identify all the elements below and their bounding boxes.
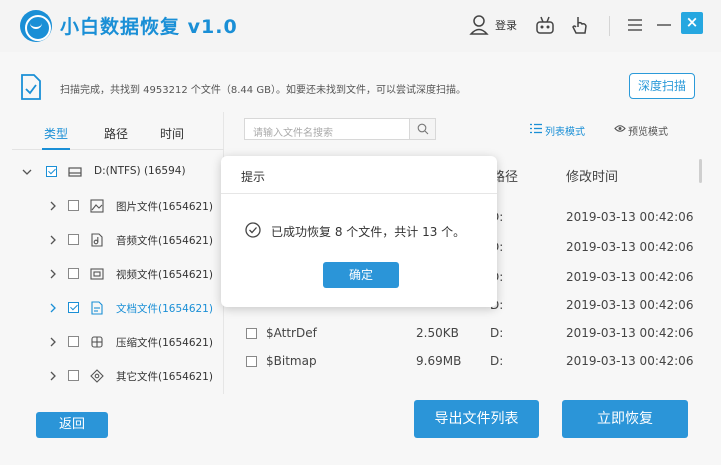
search-button[interactable] xyxy=(409,119,435,139)
time-cell: 2019-03-13 00:42:06 xyxy=(566,354,694,368)
tree-item-label: 音频文件(1654621) xyxy=(116,235,213,247)
document-file-icon xyxy=(91,301,103,315)
app-logo-icon xyxy=(20,10,52,42)
login-link[interactable]: 登录 xyxy=(495,17,517,33)
list-view-icon[interactable] xyxy=(530,123,542,134)
list-mode-button[interactable]: 列表模式 xyxy=(545,123,585,138)
row-checkbox[interactable] xyxy=(246,356,257,367)
time-cell: 2019-03-13 00:42:06 xyxy=(566,270,694,284)
close-button[interactable]: × xyxy=(681,12,703,34)
dialog-header: 提示 xyxy=(221,156,497,194)
chevron-right-icon[interactable] xyxy=(48,235,58,245)
tab-time[interactable]: 时间 xyxy=(160,125,184,142)
size-cell: 2.50KB xyxy=(416,326,459,340)
document-check-icon xyxy=(21,74,41,100)
time-cell: 2019-03-13 00:42:06 xyxy=(566,240,694,254)
check-circle-icon xyxy=(245,222,261,238)
dialog-title: 提示 xyxy=(241,170,266,184)
chevron-right-icon[interactable] xyxy=(48,269,58,279)
video-file-icon xyxy=(90,268,104,280)
back-button[interactable]: 返回 xyxy=(36,412,108,438)
time-cell: 2019-03-13 00:42:06 xyxy=(566,298,694,312)
user-icon[interactable] xyxy=(468,13,490,37)
size-cell: 9.69MB xyxy=(416,354,462,368)
dialog-ok-button[interactable]: 确定 xyxy=(323,262,399,288)
tree-item[interactable]: 图片文件(1654621) xyxy=(12,195,224,217)
checkbox-other[interactable] xyxy=(68,370,79,381)
chevron-right-icon[interactable] xyxy=(48,303,58,313)
tab-path[interactable]: 路径 xyxy=(104,125,128,142)
tree-item[interactable]: 音频文件(1654621) xyxy=(12,229,224,251)
scan-info-bar: 扫描完成，共找到 4953212 个文件（8.44 GB）。如要还未找到文件，可… xyxy=(12,64,709,110)
export-list-button[interactable]: 导出文件列表 xyxy=(414,400,539,438)
checkbox-documents[interactable] xyxy=(68,302,79,313)
tree-item-selected[interactable]: 文档文件(1654621) xyxy=(12,297,224,319)
chevron-right-icon[interactable] xyxy=(48,201,58,211)
search-placeholder: 请输入文件名搜索 xyxy=(253,128,333,139)
checkbox-images[interactable] xyxy=(68,200,79,211)
archive-file-icon xyxy=(91,336,103,348)
dialog-message: 已成功恢复 8 个文件，共计 13 个。 xyxy=(271,225,466,239)
tree-item-label: 文档文件(1654621) xyxy=(116,303,213,315)
tree-item-label: 视频文件(1654621) xyxy=(116,269,213,281)
active-tab-indicator xyxy=(42,148,70,150)
category-panel: 类型 路径 时间 D:(NTFS) (16594) 图片文件(1654621) … xyxy=(12,112,224,394)
minimize-icon[interactable] xyxy=(655,13,673,37)
time-cell: 2019-03-13 00:42:06 xyxy=(566,210,694,224)
tree-item[interactable]: 压缩文件(1654621) xyxy=(12,331,224,353)
recover-now-button[interactable]: 立即恢复 xyxy=(562,400,688,438)
tree-item[interactable]: 其它文件(1654621) xyxy=(12,365,224,387)
deep-scan-button[interactable]: 深度扫描 xyxy=(629,73,695,99)
title-bar: 小白数据恢复 v1.0 登录 × xyxy=(0,0,721,52)
path-cell: D: xyxy=(490,354,504,368)
checkbox-audio[interactable] xyxy=(68,234,79,245)
preview-mode-button[interactable]: 预览模式 xyxy=(628,123,668,138)
search-icon xyxy=(417,123,429,135)
titlebar-divider xyxy=(609,16,610,36)
tree-item[interactable]: 视频文件(1654621) xyxy=(12,263,224,285)
name-cell: $Bitmap xyxy=(266,354,317,368)
row-checkbox[interactable] xyxy=(246,328,257,339)
tree-item-label: 图片文件(1654621) xyxy=(116,201,213,213)
tab-type[interactable]: 类型 xyxy=(44,125,68,142)
app-title: 小白数据恢复 v1.0 xyxy=(60,16,238,38)
chevron-right-icon[interactable] xyxy=(48,337,58,347)
time-cell: 2019-03-13 00:42:06 xyxy=(566,326,694,340)
app-window: 小白数据恢复 v1.0 登录 × 扫描完成，共找到 4953212 个文件（8.… xyxy=(0,0,721,465)
success-dialog: 提示 已成功恢复 8 个文件，共计 13 个。 确定 xyxy=(221,156,497,307)
checkbox-archives[interactable] xyxy=(68,336,79,347)
robot-icon[interactable] xyxy=(533,13,557,37)
tree-root-drive[interactable]: D:(NTFS) (16594) xyxy=(12,161,224,183)
other-file-icon xyxy=(90,369,104,383)
chevron-down-icon[interactable] xyxy=(22,167,32,177)
audio-file-icon xyxy=(91,233,103,247)
checkbox-video[interactable] xyxy=(68,268,79,279)
scan-result-message: 扫描完成，共找到 4953212 个文件（8.44 GB）。如要还未找到文件，可… xyxy=(60,85,466,96)
tree-item-label: 其它文件(1654621) xyxy=(116,371,213,383)
category-tabs: 类型 路径 时间 xyxy=(12,112,224,150)
tree-item-label: 压缩文件(1654621) xyxy=(116,337,213,349)
drive-icon xyxy=(68,167,82,177)
scrollbar-thumb[interactable] xyxy=(699,159,702,183)
column-header-time[interactable]: 修改时间 xyxy=(566,166,618,185)
search-input[interactable]: 请输入文件名搜索 xyxy=(244,118,436,140)
hand-pointer-icon[interactable] xyxy=(569,13,591,37)
path-cell: D: xyxy=(490,326,504,340)
tree-root-label: D:(NTFS) (16594) xyxy=(94,165,186,177)
menu-icon[interactable] xyxy=(626,13,644,37)
checkbox-drive[interactable] xyxy=(46,166,57,177)
name-cell: $AttrDef xyxy=(266,326,317,340)
chevron-right-icon[interactable] xyxy=(48,371,58,381)
image-file-icon xyxy=(90,199,104,213)
eye-icon[interactable] xyxy=(614,124,626,133)
